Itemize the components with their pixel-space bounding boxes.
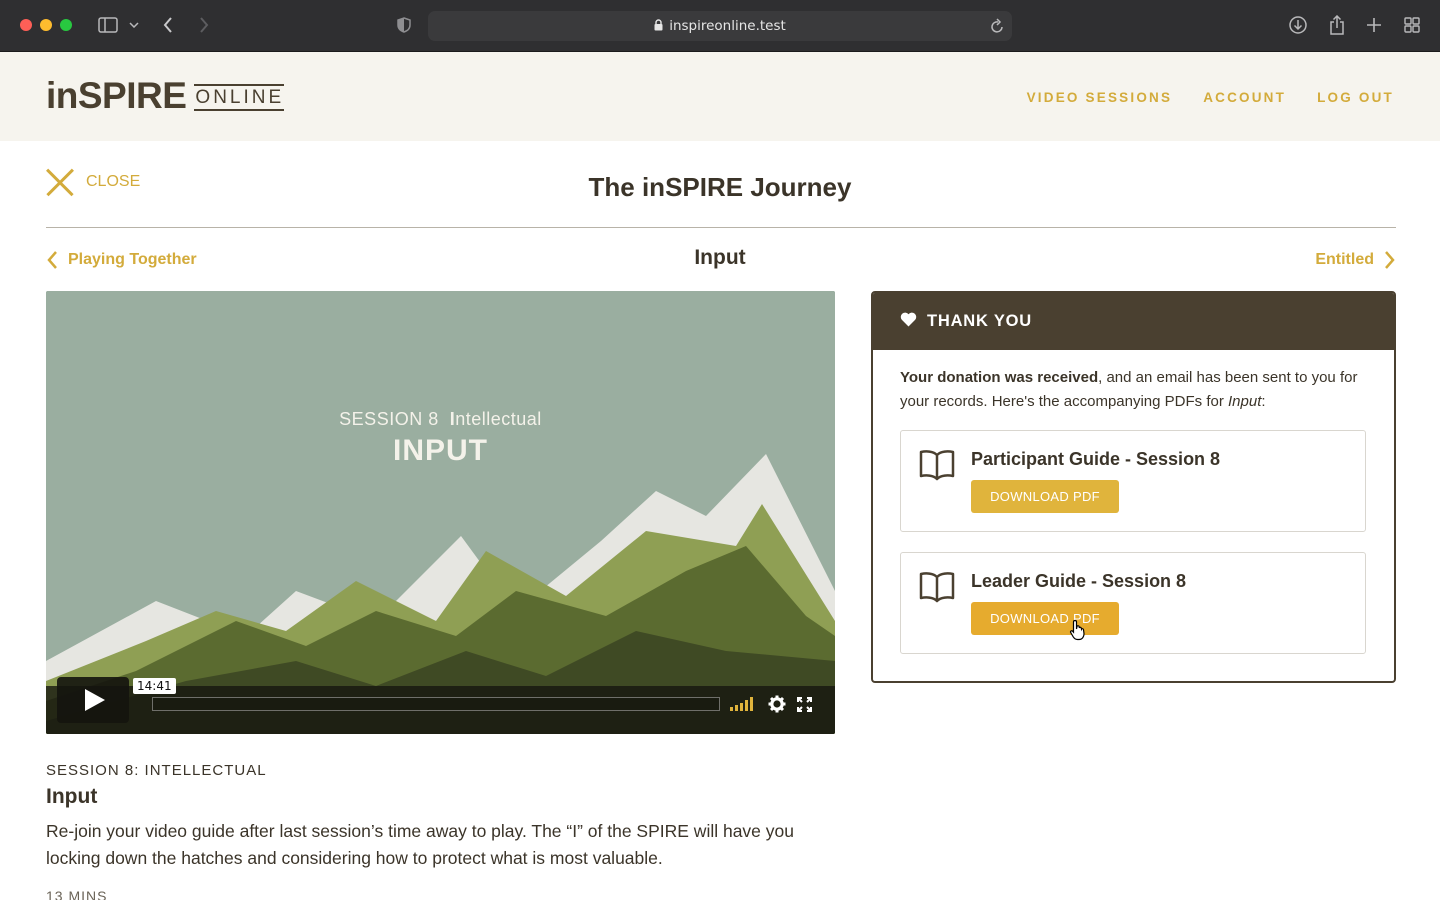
page-title: The inSPIRE Journey: [588, 172, 852, 202]
thank-you-message: Your donation was received, and an email…: [900, 369, 1358, 410]
site-logo[interactable]: inSPIRE ONLINE: [46, 75, 285, 116]
browser-toolbar: inspireonline.test: [0, 0, 1440, 52]
session-duration: 13 MINS: [46, 888, 108, 900]
mountain-illustration: [46, 291, 835, 734]
panel-heading: THANK YOU: [927, 312, 1032, 330]
next-session-link[interactable]: Entitled: [1315, 250, 1396, 270]
video-player[interactable]: SESSION 8 Intellectual INPUT 14:41: [46, 291, 835, 734]
heart-icon: [900, 312, 917, 332]
sidebar-toggle-icon[interactable]: [97, 14, 119, 36]
chevron-down-icon[interactable]: [128, 14, 140, 36]
panel-header: THANK YOU: [873, 293, 1394, 350]
tab-overview-icon[interactable]: [1403, 14, 1421, 36]
play-button[interactable]: [57, 677, 129, 723]
privacy-shield-icon[interactable]: [396, 14, 412, 36]
window-zoom-button[interactable]: [60, 19, 72, 31]
download-pdf-button[interactable]: DOWNLOAD PDF: [971, 602, 1119, 635]
description-body: Re-join your video guide after last sess…: [46, 821, 794, 868]
new-tab-icon[interactable]: [1365, 14, 1383, 36]
pdf-title: Leader Guide - Session 8: [971, 571, 1187, 591]
settings-gear-icon[interactable]: [768, 695, 786, 718]
download-icon[interactable]: [1288, 14, 1308, 36]
thank-you-panel: THANK YOU Your donation was received, an…: [871, 291, 1396, 683]
nav-account[interactable]: ACCOUNT: [1203, 90, 1286, 105]
window-minimize-button[interactable]: [40, 19, 52, 31]
reload-icon[interactable]: [990, 18, 1004, 39]
nav-log-out[interactable]: LOG OUT: [1317, 90, 1394, 105]
divider: [46, 227, 1396, 228]
pdf-title: Participant Guide - Session 8: [971, 449, 1221, 469]
share-icon[interactable]: [1327, 14, 1347, 36]
description-title: Input: [46, 785, 98, 808]
fullscreen-icon[interactable]: [797, 697, 812, 717]
main-nav: VIDEO SESSIONS ACCOUNT LOG OUT: [1027, 90, 1394, 105]
chevron-right-icon: [1384, 250, 1396, 270]
next-session-label: Entitled: [1315, 251, 1374, 268]
site-header: inSPIRE ONLINE VIDEO SESSIONS ACCOUNT LO…: [0, 52, 1440, 141]
back-arrow-icon[interactable]: [160, 14, 176, 36]
book-icon: [919, 449, 955, 486]
video-session-label: SESSION 8 Intellectual: [339, 409, 542, 429]
volume-icon[interactable]: [730, 697, 753, 711]
time-indicator: 14:41: [133, 678, 176, 694]
forward-arrow-icon[interactable]: [196, 14, 212, 36]
lock-icon: [654, 19, 663, 35]
book-icon: [919, 571, 955, 608]
address-bar[interactable]: inspireonline.test: [428, 11, 1012, 41]
progress-bar[interactable]: [152, 697, 720, 711]
video-overlay-title: INPUT: [393, 434, 488, 467]
url-text: inspireonline.test: [669, 18, 786, 34]
window-close-button[interactable]: [20, 19, 32, 31]
pdf-card-participant: Participant Guide - Session 8 DOWNLOAD P…: [900, 430, 1366, 532]
session-title: Input: [694, 246, 746, 269]
logo-wordmark: inSPIRE: [46, 75, 187, 116]
nav-video-sessions[interactable]: VIDEO SESSIONS: [1027, 90, 1173, 105]
session-kicker: SESSION 8: INTELLECTUAL: [46, 762, 267, 779]
download-pdf-button[interactable]: DOWNLOAD PDF: [971, 480, 1119, 513]
hand-cursor-icon: [1069, 619, 1087, 646]
pdf-card-leader: Leader Guide - Session 8 DOWNLOAD PDF: [900, 552, 1366, 654]
logo-subtitle: ONLINE: [194, 84, 285, 111]
